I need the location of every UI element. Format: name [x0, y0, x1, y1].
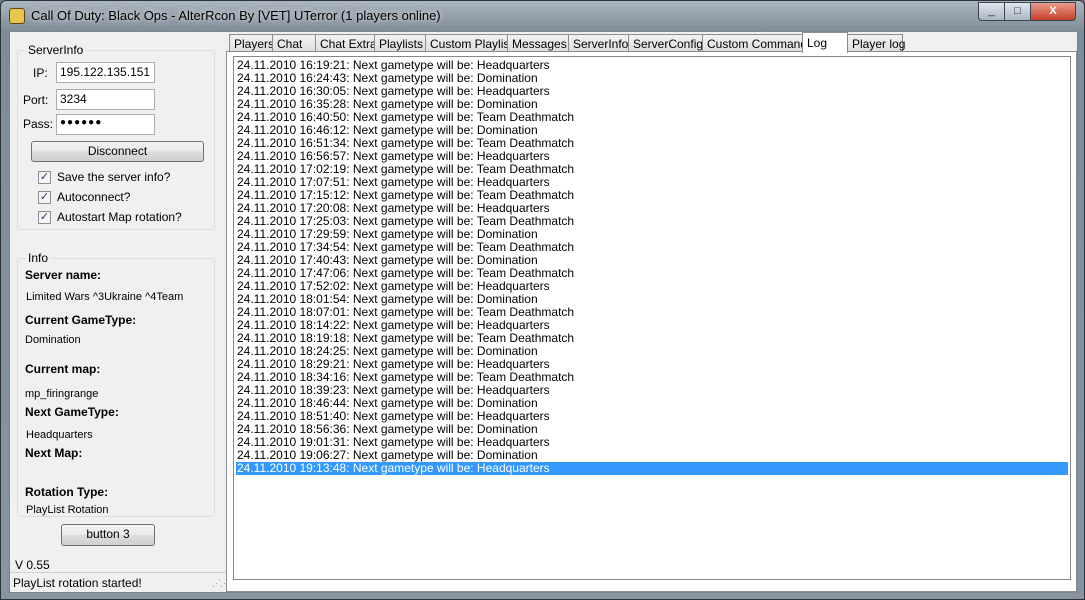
autostart-rotation-checkbox[interactable]: ✓ [38, 211, 51, 224]
button-3[interactable]: button 3 [61, 524, 155, 546]
info-group: Info Server name: Limited Wars ^3Ukraine… [17, 251, 215, 517]
autoconnect-checkbox[interactable]: ✓ [38, 191, 51, 204]
rotation-type-label: Rotation Type: [25, 485, 109, 499]
ip-input[interactable]: 195.122.135.151 [56, 62, 155, 83]
tab-log[interactable]: Log [802, 32, 848, 53]
server-name-value: Limited Wars ^3Ukraine ^4Team [26, 291, 184, 303]
autoconnect-label: Autoconnect? [57, 190, 131, 204]
close-button[interactable]: X [1030, 2, 1076, 21]
rotation-type-value: PlayList Rotation [26, 504, 109, 516]
info-group-label: Info [26, 251, 51, 265]
current-gametype-value: Domination [25, 334, 81, 346]
title-bar[interactable]: Call Of Duty: Black Ops - AlterRcon By [… [1, 1, 1084, 31]
current-map-label: Current map: [25, 362, 101, 376]
next-gametype-label: Next GameType: [25, 405, 119, 419]
version-label: V 0.55 [15, 558, 50, 572]
app-window: Call Of Duty: Black Ops - AlterRcon By [… [0, 0, 1085, 600]
minimize-button[interactable]: _ [978, 2, 1005, 21]
autostart-rotation-label: Autostart Map rotation? [57, 210, 182, 224]
maximize-button[interactable]: □ [1004, 2, 1031, 21]
disconnect-button[interactable]: Disconnect [31, 141, 204, 162]
serverinfo-group: ServerInfo IP: 195.122.135.151 Port: 323… [17, 43, 215, 230]
pass-label: Pass: [23, 117, 54, 131]
save-server-info-label: Save the server info? [57, 170, 171, 184]
serverinfo-group-label: ServerInfo [26, 43, 86, 57]
window-title: Call Of Duty: Black Ops - AlterRcon By [… [31, 8, 441, 23]
status-bar: PlayList rotation started! [10, 572, 226, 592]
server-name-label: Server name: [25, 268, 102, 282]
current-gametype-label: Current GameType: [25, 313, 137, 327]
app-skull-icon [9, 8, 25, 24]
next-gametype-value: Headquarters [26, 429, 93, 441]
password-input[interactable]: ●●●●●● [56, 114, 155, 135]
log-tab-panel: 24.11.2010 16:19:21: Next gametype will … [226, 51, 1077, 592]
current-map-value: mp_firingrange [25, 388, 99, 400]
client-area: ServerInfo IP: 195.122.135.151 Port: 323… [9, 31, 1078, 593]
port-input[interactable]: 3234 [56, 89, 155, 110]
port-label: Port: [23, 93, 49, 107]
next-map-label: Next Map: [25, 446, 83, 460]
ip-label: IP: [33, 66, 48, 80]
log-listbox[interactable]: 24.11.2010 16:19:21: Next gametype will … [233, 56, 1071, 580]
save-server-info-checkbox[interactable]: ✓ [38, 171, 51, 184]
status-text: PlayList rotation started! [13, 576, 142, 590]
log-entry[interactable]: 24.11.2010 19:13:48: Next gametype will … [236, 462, 1068, 475]
